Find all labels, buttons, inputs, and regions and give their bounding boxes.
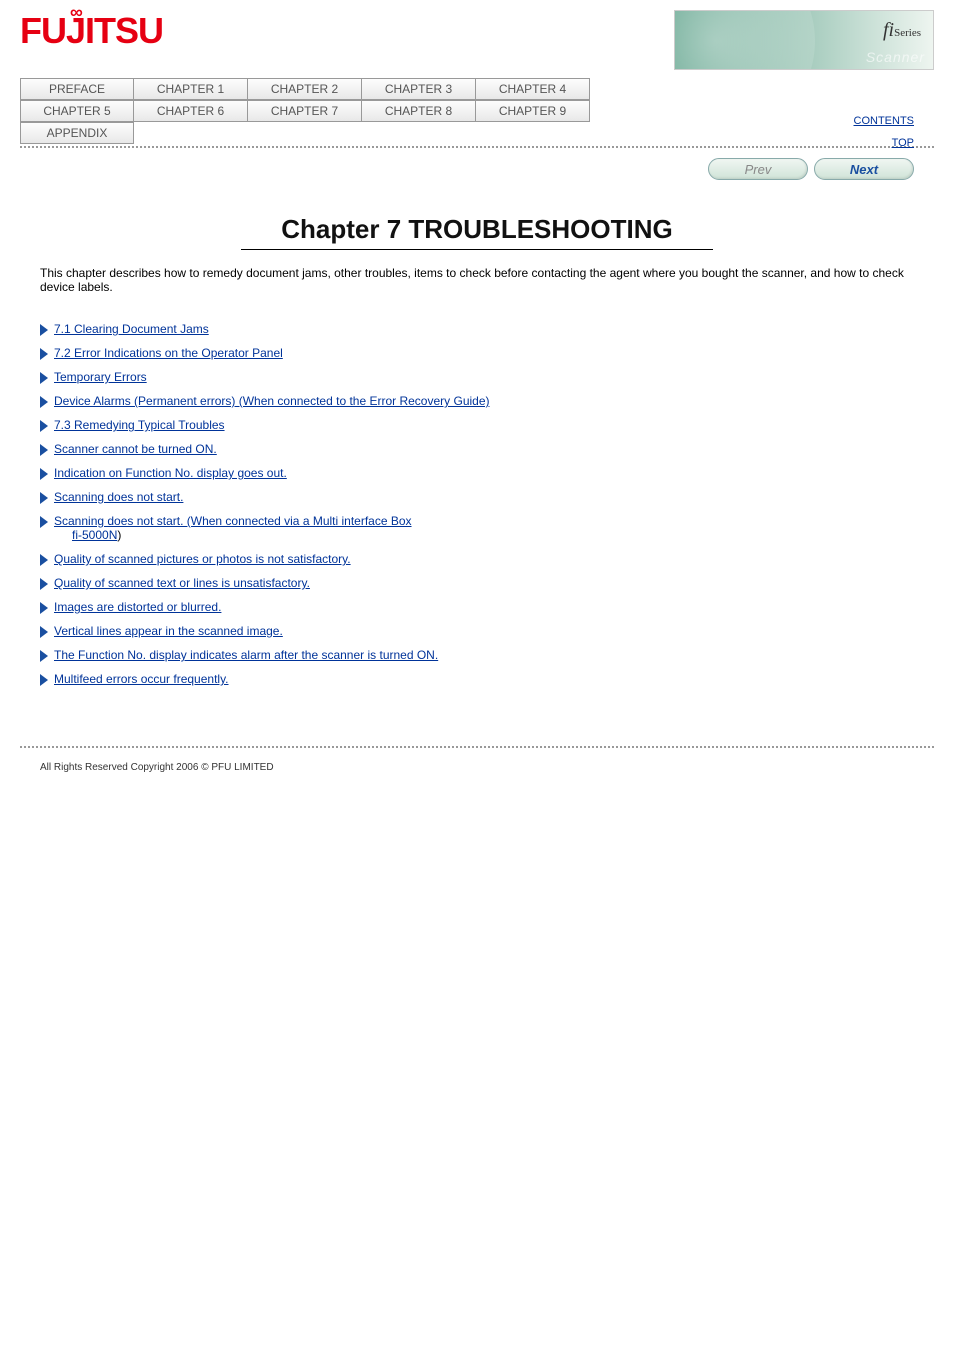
tab-chapter-4[interactable]: CHAPTER 4 (476, 78, 590, 100)
tab-chapter-6[interactable]: CHAPTER 6 (134, 100, 248, 122)
link-scan-not-start-multi[interactable]: Scanning does not start. (When connected… (54, 514, 412, 528)
link-vertical-lines[interactable]: Vertical lines appear in the scanned ima… (54, 624, 283, 638)
topic-links: 7.1 Clearing Document Jams 7.2 Error Ind… (0, 322, 954, 736)
bullet-icon (40, 444, 48, 456)
chapter-intro: This chapter describes how to remedy doc… (0, 260, 954, 312)
tab-chapter-1[interactable]: CHAPTER 1 (134, 78, 248, 100)
bullet-icon (40, 324, 48, 336)
tab-chapter-3[interactable]: CHAPTER 3 (362, 78, 476, 100)
link-function-display[interactable]: Indication on Function No. display goes … (54, 466, 287, 480)
infinity-mark: ∞ (70, 2, 82, 23)
separator (20, 746, 934, 748)
link-7-2[interactable]: 7.2 Error Indications on the Operator Pa… (54, 346, 283, 360)
link-text-quality[interactable]: Quality of scanned text or lines is unsa… (54, 576, 310, 590)
bullet-icon (40, 554, 48, 566)
link-scan-not-start[interactable]: Scanning does not start. (54, 490, 183, 504)
chapter-title: Chapter 7 TROUBLESHOOTING (241, 214, 712, 250)
tab-chapter-5[interactable]: CHAPTER 5 (20, 100, 134, 122)
link-7-3[interactable]: 7.3 Remedying Typical Troubles (54, 418, 225, 432)
link-distorted[interactable]: Images are distorted or blurred. (54, 600, 221, 614)
fi-series-banner: fiSeries Scanner (674, 10, 934, 70)
bullet-icon (40, 516, 48, 528)
tab-appendix[interactable]: APPENDIX (20, 122, 134, 144)
link-suffix: ) (117, 528, 121, 542)
tab-preface[interactable]: PREFACE (20, 78, 134, 100)
link-fi-5000n[interactable]: fi-5000N (72, 528, 117, 542)
bullet-icon (40, 372, 48, 384)
bullet-icon (40, 492, 48, 504)
prev-button[interactable]: Prev (708, 158, 808, 180)
link-multifeed[interactable]: Multifeed errors occur frequently. (54, 672, 229, 686)
link-scanner-on[interactable]: Scanner cannot be turned ON. (54, 442, 217, 456)
copyright-footer: All Rights Reserved Copyright 2006 © PFU… (0, 758, 954, 803)
link-temporary-errors[interactable]: Temporary Errors (54, 370, 147, 384)
bullet-icon (40, 650, 48, 662)
bullet-icon (40, 602, 48, 614)
top-link[interactable]: TOP (892, 137, 914, 149)
tab-chapter-8[interactable]: CHAPTER 8 (362, 100, 476, 122)
tab-chapter-9[interactable]: CHAPTER 9 (476, 100, 590, 122)
contents-link[interactable]: CONTENTS (854, 115, 915, 127)
bullet-icon (40, 468, 48, 480)
link-picture-quality[interactable]: Quality of scanned pictures or photos is… (54, 552, 351, 566)
link-alarm-after-on[interactable]: The Function No. display indicates alarm… (54, 648, 438, 662)
link-7-1[interactable]: 7.1 Clearing Document Jams (54, 322, 209, 336)
chapter-tabs: PREFACE CHAPTER 1 CHAPTER 2 CHAPTER 3 CH… (20, 78, 934, 148)
link-device-alarms[interactable]: Device Alarms (Permanent errors) (When c… (54, 394, 490, 408)
tab-chapter-7[interactable]: CHAPTER 7 (248, 100, 362, 122)
fujitsu-logo: ∞ FUJITSU (20, 10, 163, 52)
bullet-icon (40, 674, 48, 686)
bullet-icon (40, 396, 48, 408)
next-button[interactable]: Next (814, 158, 914, 180)
tab-chapter-2[interactable]: CHAPTER 2 (248, 78, 362, 100)
bullet-icon (40, 626, 48, 638)
bullet-icon (40, 348, 48, 360)
bullet-icon (40, 420, 48, 432)
bullet-icon (40, 578, 48, 590)
